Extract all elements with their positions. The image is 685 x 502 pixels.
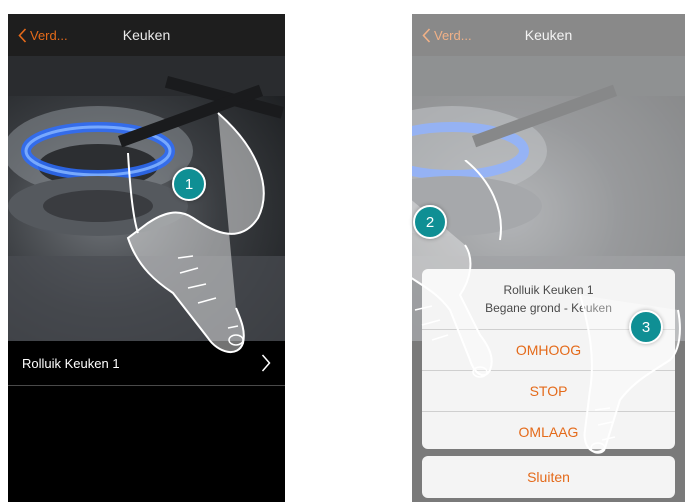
chevron-left-icon — [18, 27, 27, 43]
pointing-hand-icon — [365, 160, 502, 378]
pointing-hand-icon — [126, 112, 265, 353]
title-bar: Verd... Keuken — [8, 14, 285, 56]
step-badge-2: 2 — [413, 205, 447, 239]
step-badge-1: 1 — [172, 167, 206, 201]
pointing-hand-icon — [579, 294, 681, 454]
row-label: Rolluik Keuken 1 — [22, 355, 120, 371]
step-badge-3: 3 — [629, 310, 663, 344]
page-title: Keuken — [122, 27, 171, 43]
back-button[interactable]: Verd... — [18, 14, 68, 56]
back-label: Verd... — [30, 27, 68, 43]
